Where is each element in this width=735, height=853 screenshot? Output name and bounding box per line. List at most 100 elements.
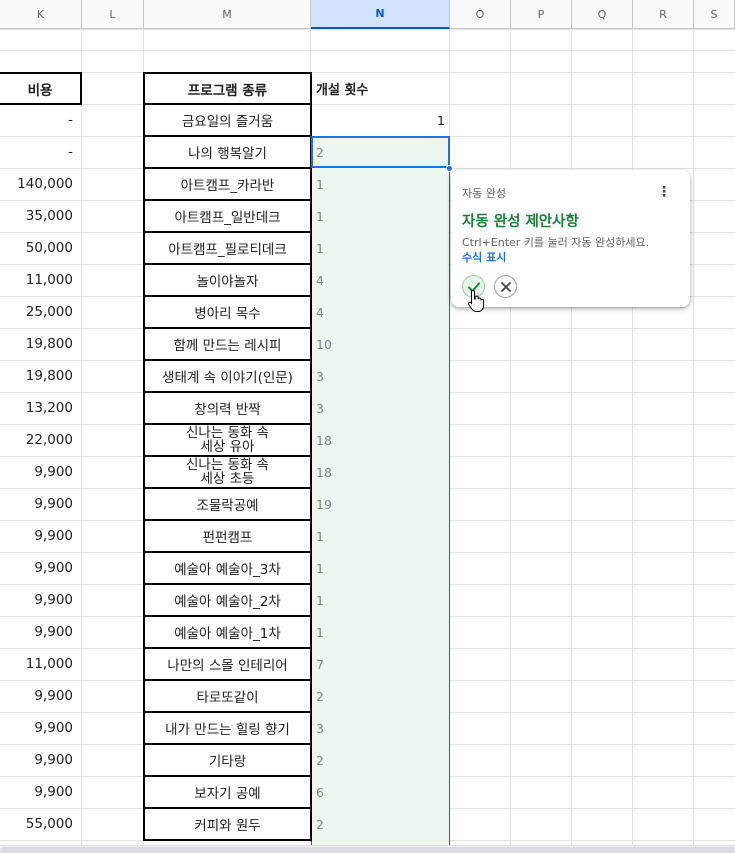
cost-cell[interactable]: 22,000 [0, 424, 82, 456]
cost-cell[interactable]: - [0, 104, 82, 136]
show-formula-link[interactable]: 수식 표시 [462, 249, 506, 265]
cost-cell[interactable]: 19,800 [0, 328, 82, 360]
program-name-line: 세상 유아 [200, 438, 255, 455]
column-header-n[interactable]: N [311, 0, 450, 29]
reject-suggestion-button[interactable] [494, 275, 517, 298]
program-name-cell[interactable]: 예술아 예술아_1차 [143, 616, 312, 649]
column-header-s[interactable]: S [694, 0, 735, 29]
program-name-line: 세상 초등 [200, 470, 255, 487]
program-name-cell[interactable]: 생태계 속 이야기(인문) [143, 360, 312, 393]
grid-col-line [693, 29, 694, 845]
spreadsheet-grid[interactable]: KLMNOPQRS 비용 프로그램 종류 개설 횟수 - 금요일의 즐거움 1- 나의 행복… [0, 0, 735, 853]
cost-cell[interactable]: 13,200 [0, 392, 82, 424]
close-icon [500, 281, 511, 292]
suggested-count-cell[interactable]: 2 [312, 808, 450, 840]
cost-cell[interactable]: 9,900 [0, 520, 82, 552]
more-vert-icon[interactable]: ⋮ [656, 184, 672, 200]
cost-cell[interactable]: - [0, 136, 82, 168]
program-name-cell[interactable]: 커피와 원두 [143, 808, 312, 841]
grid-row-line [0, 29, 735, 30]
suggested-count-cell[interactable]: 7 [312, 648, 450, 680]
program-name-cell[interactable]: 병아리 목수 [143, 296, 312, 329]
session-count-header[interactable]: 개설 횟수 [312, 72, 450, 104]
cost-cell[interactable]: 9,900 [0, 456, 82, 488]
program-name-cell[interactable]: 신나는 동화 속 세상 초등 [143, 456, 312, 489]
suggested-count-cell[interactable]: 1 [312, 616, 450, 648]
cost-cell[interactable]: 55,000 [0, 808, 82, 840]
suggested-count-cell[interactable]: 1 [312, 584, 450, 616]
suggested-count-cell[interactable]: 1 [312, 200, 450, 232]
suggested-count-cell[interactable]: 3 [312, 712, 450, 744]
suggested-count-cell[interactable]: 1 [312, 520, 450, 552]
program-name-cell[interactable]: 함께 만드는 레시피 [143, 328, 312, 361]
cost-header[interactable]: 비용 [0, 72, 82, 105]
program-name-cell[interactable]: 기타랑 [143, 744, 312, 777]
cost-cell[interactable]: 9,900 [0, 616, 82, 648]
column-header-o[interactable]: O [450, 0, 511, 29]
column-header-r[interactable]: R [633, 0, 694, 29]
program-name-cell[interactable]: 아트캠프_카라반 [143, 168, 312, 201]
program-name-cell[interactable]: 예술아 예술아_3차 [143, 552, 312, 585]
autocomplete-description: Ctrl+Enter 키를 눌러 자동 완성하세요. [462, 236, 650, 249]
program-name-cell[interactable]: 조물락공예 [143, 488, 312, 521]
cost-cell[interactable]: 9,900 [0, 744, 82, 776]
grid-row-line [0, 50, 735, 51]
program-name-cell[interactable]: 나의 행복알기 [143, 136, 312, 169]
horizontal-scrollbar[interactable] [0, 845, 735, 853]
column-header-q[interactable]: Q [572, 0, 633, 29]
suggested-count-cell[interactable]: 6 [312, 776, 450, 808]
cost-cell[interactable]: 25,000 [0, 296, 82, 328]
fill-handle[interactable] [446, 165, 453, 172]
suggested-count-cell[interactable]: 4 [312, 296, 450, 328]
cost-cell[interactable]: 9,900 [0, 680, 82, 712]
suggested-count-cell[interactable]: 18 [312, 424, 450, 456]
grid-col-line [632, 29, 633, 845]
program-name-cell[interactable]: 신나는 동화 속 세상 유아 [143, 424, 312, 457]
cost-cell[interactable]: 11,000 [0, 264, 82, 296]
cost-cell[interactable]: 140,000 [0, 168, 82, 200]
program-name-cell[interactable]: 펀펀캠프 [143, 520, 312, 553]
program-name-cell[interactable]: 금요일의 즐거움 [143, 104, 312, 137]
cost-cell[interactable]: 9,900 [0, 776, 82, 808]
cost-cell[interactable]: 50,000 [0, 232, 82, 264]
cost-cell[interactable]: 11,000 [0, 648, 82, 680]
program-name-cell[interactable]: 놀이야놀자 [143, 264, 312, 297]
autocomplete-popup: 자동 완성 ⋮ 자동 완성 제안사항 Ctrl+Enter 키를 눌러 자동 완… [451, 170, 690, 307]
suggested-count-cell[interactable]: 3 [312, 360, 450, 392]
program-name-cell[interactable]: 예술아 예술아_2차 [143, 584, 312, 617]
column-header-l[interactable]: L [82, 0, 144, 29]
column-header-k[interactable]: K [0, 0, 82, 29]
session-count-cell[interactable]: 1 [312, 104, 450, 136]
program-name-line: 신나는 동화 속 [185, 456, 270, 473]
cost-cell[interactable]: 9,900 [0, 712, 82, 744]
program-name-cell[interactable]: 나만의 스몰 인테리어 [143, 648, 312, 681]
program-name-cell[interactable]: 타로또같이 [143, 680, 312, 713]
hand-pointer-icon [468, 289, 485, 312]
suggested-count-cell[interactable]: 2 [312, 680, 450, 712]
suggested-count-cell[interactable]: 2 [312, 744, 450, 776]
suggested-count-cell[interactable]: 10 [312, 328, 450, 360]
suggested-count-cell[interactable]: 18 [312, 456, 450, 488]
column-header-m[interactable]: M [144, 0, 311, 29]
program-type-header[interactable]: 프로그램 종류 [143, 72, 312, 105]
suggested-count-cell[interactable]: 1 [312, 552, 450, 584]
suggested-count-cell[interactable]: 1 [312, 168, 450, 200]
program-name-cell[interactable]: 창의력 반짝 [143, 392, 312, 425]
program-name-cell[interactable]: 아트캠프_필로티데크 [143, 232, 312, 265]
cost-cell[interactable]: 9,900 [0, 488, 82, 520]
program-name-cell[interactable]: 보자기 공예 [143, 776, 312, 809]
cost-cell[interactable]: 35,000 [0, 200, 82, 232]
cost-cell[interactable]: 9,900 [0, 584, 82, 616]
program-name-cell[interactable]: 아트캠프_일반데크 [143, 200, 312, 233]
cost-cell[interactable]: 9,900 [0, 552, 82, 584]
column-header-p[interactable]: P [511, 0, 572, 29]
suggested-count-cell[interactable]: 1 [312, 232, 450, 264]
cost-cell[interactable]: 19,800 [0, 360, 82, 392]
suggested-count-cell[interactable]: 19 [312, 488, 450, 520]
autocomplete-heading: 자동 완성 제안사항 [462, 214, 579, 230]
program-name-line: 신나는 동화 속 [185, 424, 270, 441]
suggested-count-cell[interactable]: 3 [312, 392, 450, 424]
program-name-cell[interactable]: 내가 만드는 힐링 향기 [143, 712, 312, 745]
suggested-count-cell[interactable]: 4 [312, 264, 450, 296]
scrollbar-thumb[interactable] [0, 847, 735, 853]
